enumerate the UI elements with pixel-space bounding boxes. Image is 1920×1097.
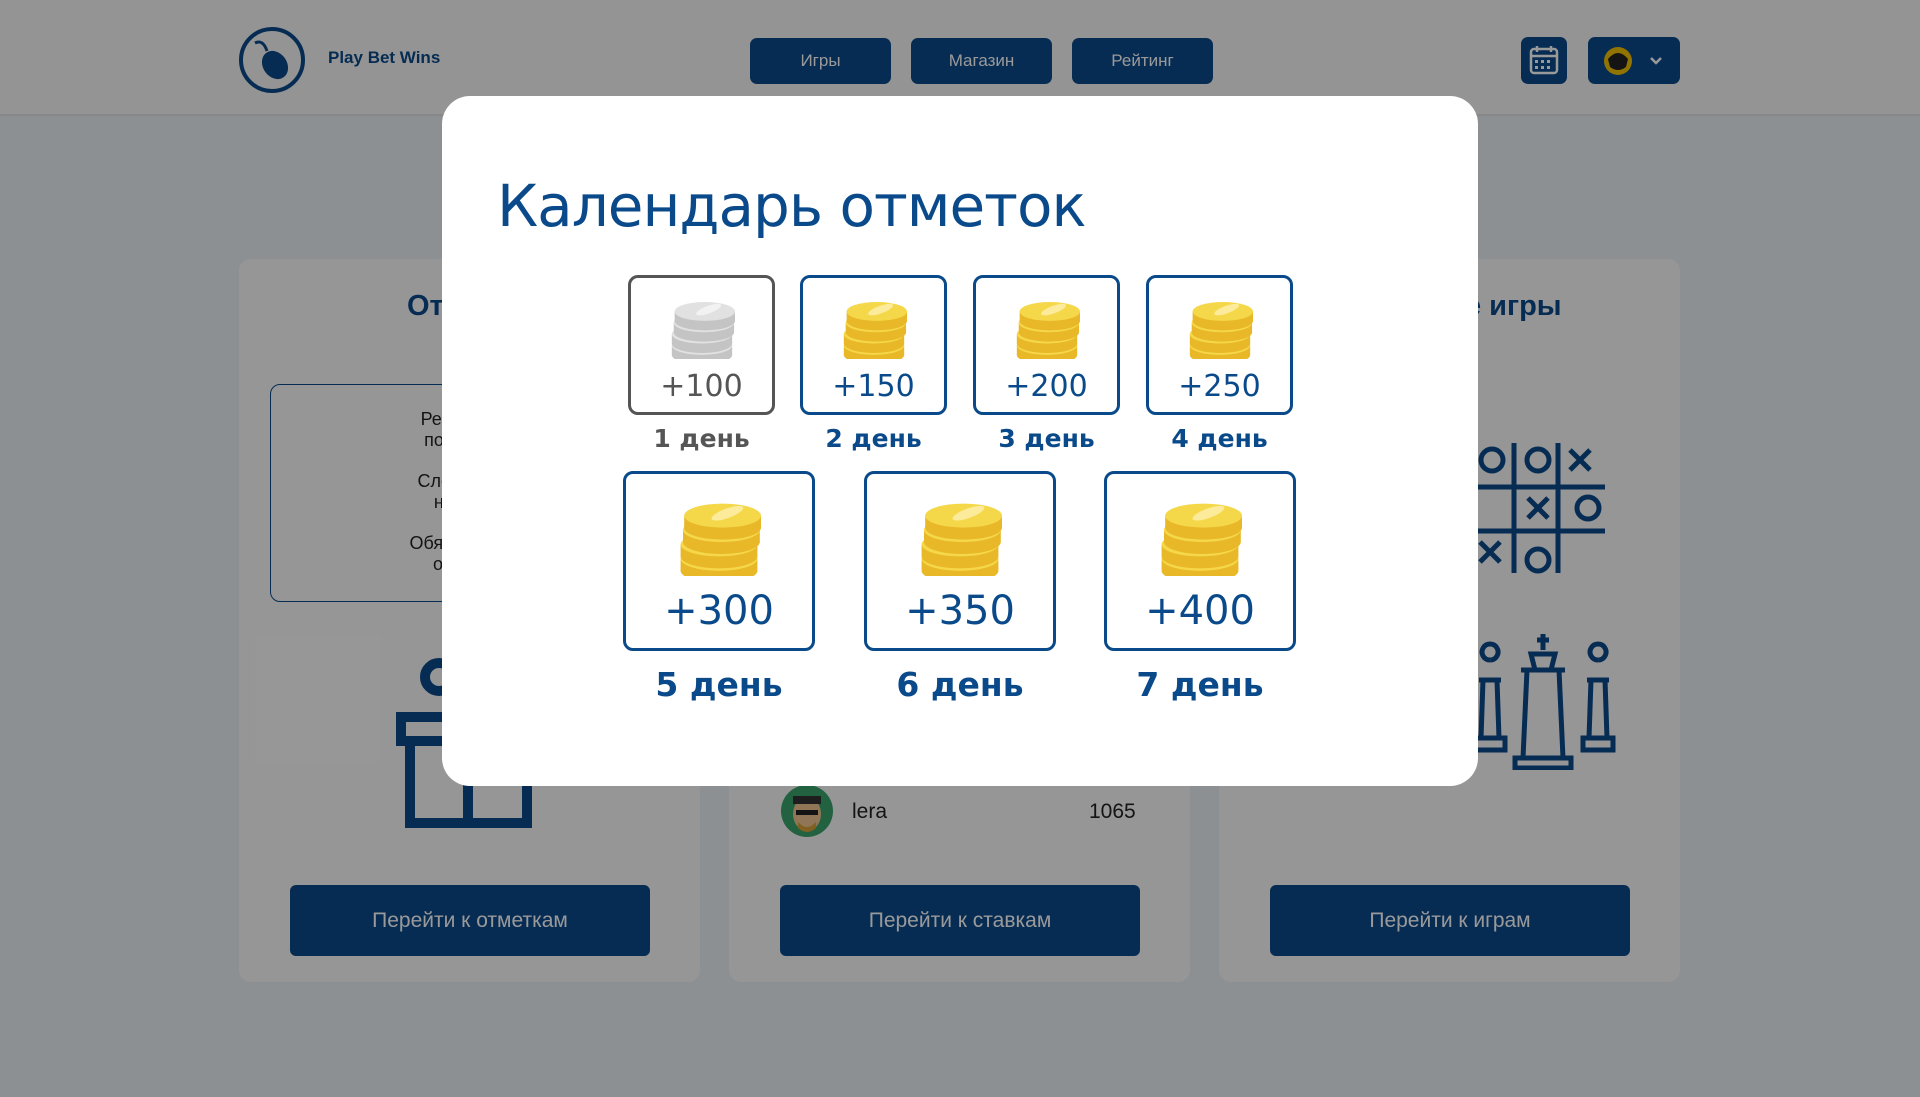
coin-stack-icon [1158,496,1242,583]
day-label-7: 7 день [1136,665,1264,704]
coin-stack-icon [841,296,907,365]
day-tile-2[interactable]: +150 [800,275,947,415]
day-label-4: 4 день [1171,424,1268,453]
day-tile-6[interactable]: +350 [864,471,1056,651]
day-reward-amount: +350 [905,588,1015,634]
day-reward-amount: +150 [832,369,915,404]
day-reward-amount: +200 [1005,369,1088,404]
day-label-6: 6 день [896,665,1024,704]
day-tile-1[interactable]: +100 [628,275,775,415]
day-label-3: 3 день [998,424,1095,453]
coin-stack-icon [669,296,735,365]
day-label-5: 5 день [655,665,783,704]
modal-title: Календарь отметок [497,172,1086,240]
day-reward-amount: +400 [1145,588,1255,634]
day-tile-4[interactable]: +250 [1146,275,1293,415]
day-reward-amount: +250 [1178,369,1261,404]
day-tile-3[interactable]: +200 [973,275,1120,415]
day-tile-7[interactable]: +400 [1104,471,1296,651]
coin-stack-icon [1014,296,1080,365]
day-label-1: 1 день [653,424,750,453]
coin-stack-icon [1187,296,1253,365]
coin-stack-icon [677,496,761,583]
day-reward-amount: +100 [660,369,743,404]
day-reward-amount: +300 [664,588,774,634]
coin-stack-icon [918,496,1002,583]
day-label-2: 2 день [825,424,922,453]
day-tile-5[interactable]: +300 [623,471,815,651]
